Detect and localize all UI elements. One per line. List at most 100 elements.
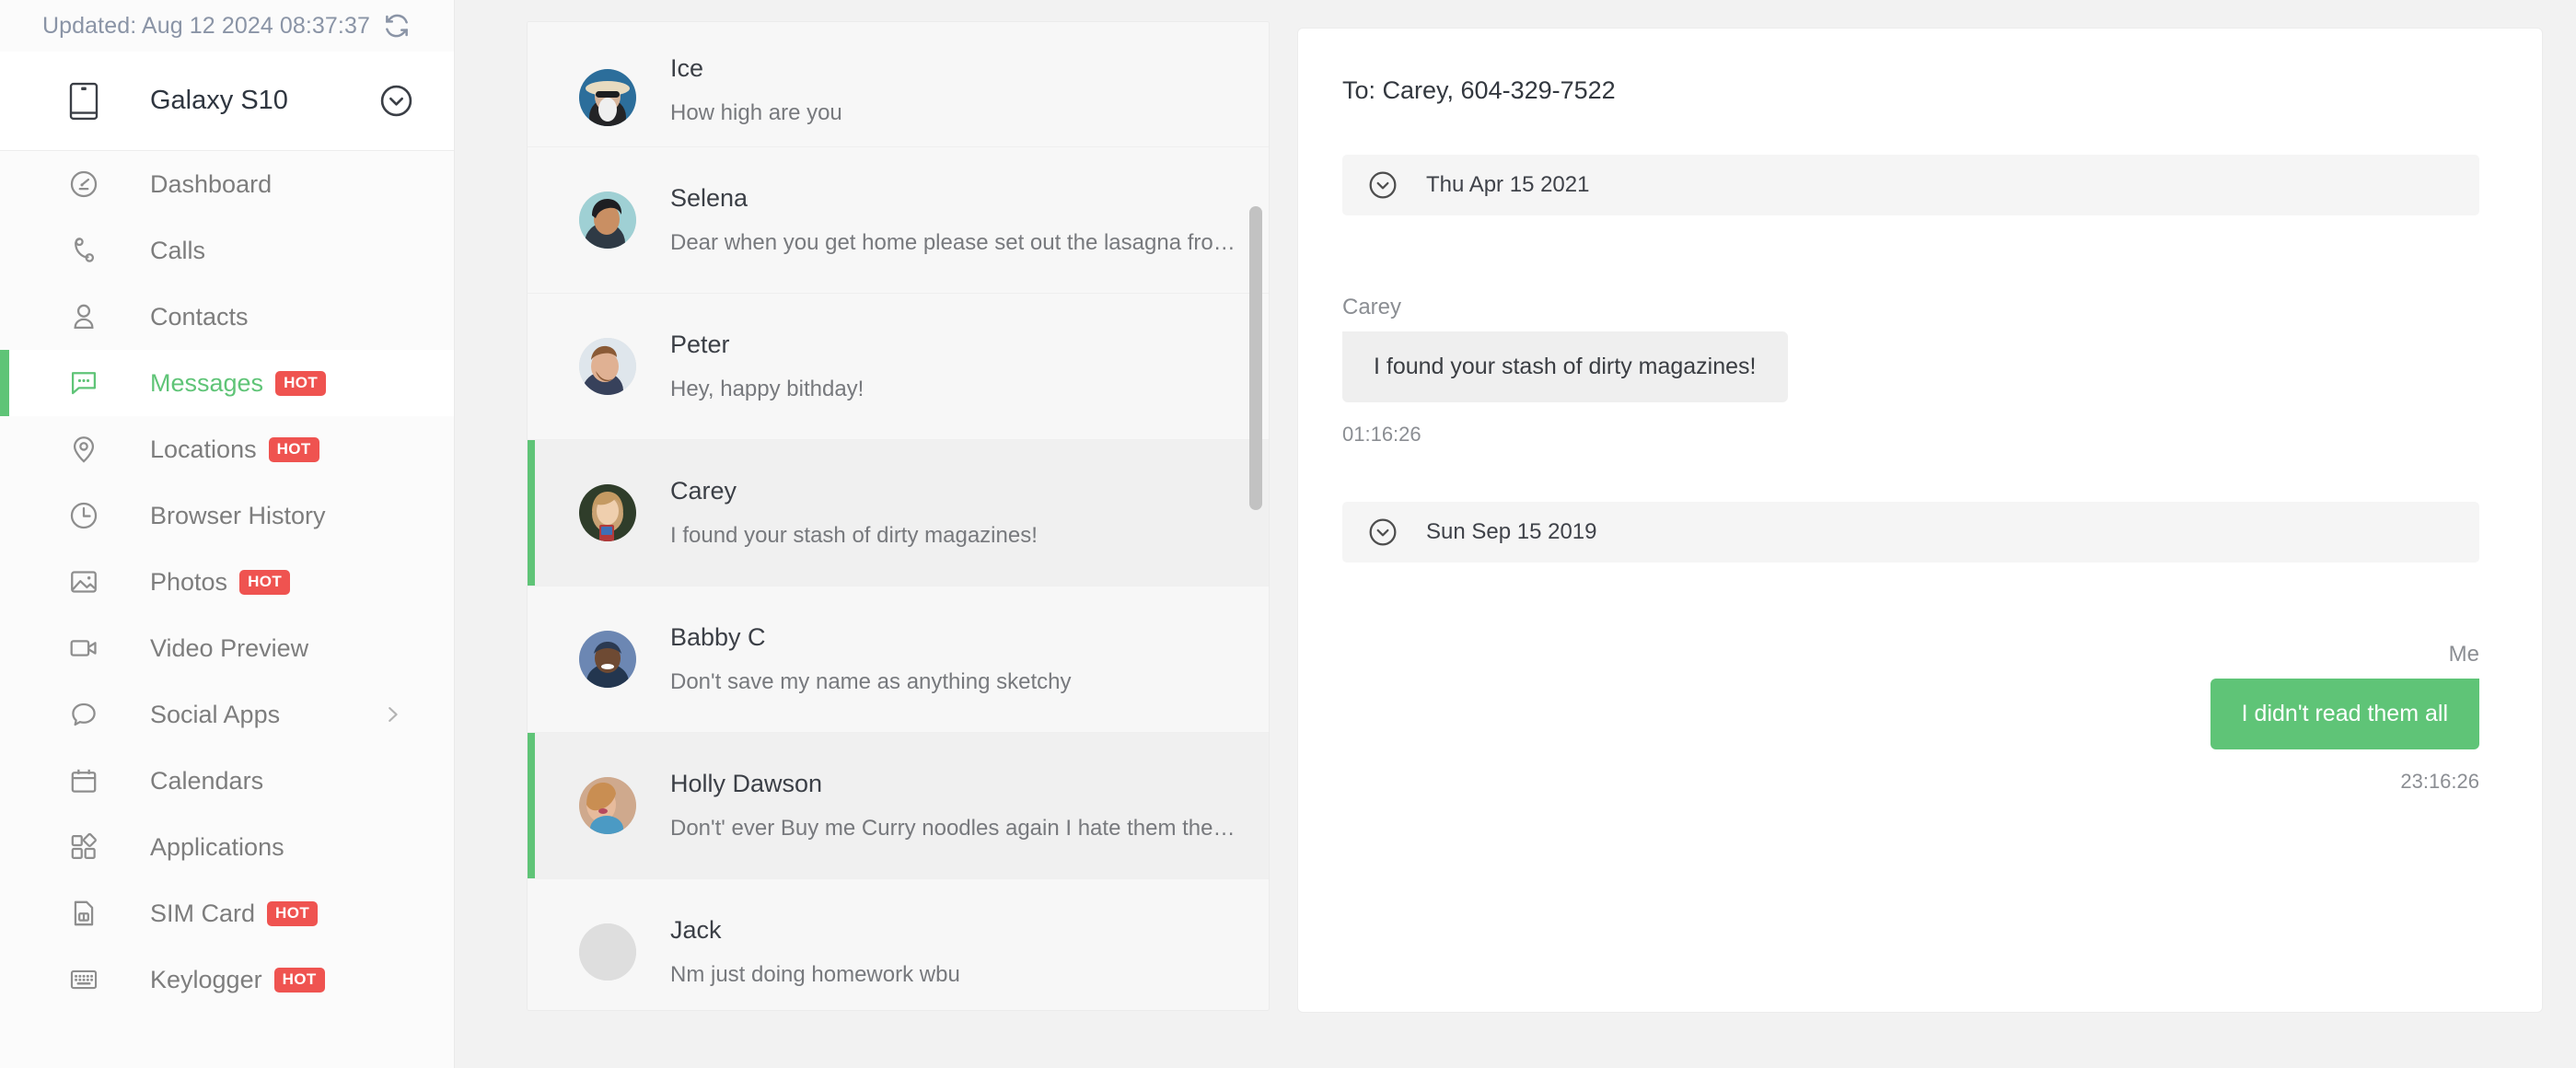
clock-icon (70, 502, 98, 529)
sidebar-item-label: Messages HOT (150, 369, 327, 398)
avatar (579, 631, 636, 688)
refresh-icon[interactable] (383, 12, 411, 40)
list-item-snippet: Hey, happy bithday! (670, 377, 864, 401)
message-list-panel: Ice How high are you Selena Dear when yo… (455, 0, 1270, 1068)
applications-icon (71, 832, 97, 860)
sidebar-item-dashboard[interactable]: Dashboard (0, 151, 454, 217)
avatar (579, 484, 636, 541)
sidebar-item-label: SIM Card HOT (150, 900, 319, 928)
chevron-down-circle-icon[interactable] (379, 84, 413, 118)
list-item-name: Ice (670, 54, 704, 82)
list-item[interactable]: Carey I found your stash of dirty magazi… (528, 440, 1269, 586)
message-sender: Me (2448, 642, 2479, 667)
chevron-down-circle-icon[interactable] (1368, 170, 1398, 200)
sidebar-item-keylogger[interactable]: Keylogger HOT (0, 946, 454, 1013)
message-list-card: Ice How high are you Selena Dear when yo… (527, 21, 1270, 1011)
chevron-right-icon[interactable] (382, 704, 402, 725)
sidebar-item-label: Locations HOT (150, 435, 319, 464)
sidebar-item-label: Social Apps (150, 700, 281, 728)
message-list-scroll[interactable]: Ice How high are you Selena Dear when yo… (528, 22, 1269, 1010)
active-indicator (0, 416, 9, 482)
phone-call-icon (75, 238, 95, 262)
sidebar-item-contacts[interactable]: Contacts (0, 284, 454, 350)
active-indicator (0, 549, 9, 615)
sidebar-item-video-preview[interactable]: Video Preview (0, 615, 454, 681)
sidebar-item-photos[interactable]: Photos HOT (0, 549, 454, 615)
sidebar-item-applications[interactable]: Applications (0, 814, 454, 880)
unread-indicator (528, 294, 535, 439)
message-bubble: I didn't read them all (2210, 679, 2479, 749)
list-item-name: Babby C (670, 623, 766, 651)
message-bubble: I found your stash of dirty magazines! (1342, 331, 1788, 402)
active-indicator (0, 615, 9, 681)
active-indicator (0, 748, 9, 814)
app-root: Updated: Aug 12 2024 08:37:37 Galaxy S10 (0, 0, 2576, 1068)
list-item-text: Ice How high are you (670, 54, 1236, 126)
sidebar-item-calls[interactable]: Calls (0, 217, 454, 284)
sidebar-item-label: Contacts (150, 302, 249, 331)
list-item-name: Selena (670, 184, 748, 212)
hot-badge: HOT (275, 370, 327, 396)
unread-indicator (528, 147, 535, 293)
list-item[interactable]: Babby C Don't save my name as anything s… (528, 586, 1269, 733)
video-camera-icon (70, 640, 97, 656)
sidebar-item-browser-history[interactable]: Browser History (0, 482, 454, 549)
updated-status: Updated: Aug 12 2024 08:37:37 (0, 0, 454, 52)
sidebar-item-locations[interactable]: Locations HOT (0, 416, 454, 482)
unread-indicator (528, 440, 535, 586)
dashboard-icon (70, 170, 98, 198)
phone-icon (69, 82, 99, 120)
sidebar-item-label: Calendars (150, 766, 264, 795)
active-indicator (0, 217, 9, 284)
conversation-card: To: Carey, 604-329-7522 Thu Apr 15 2021 … (1297, 28, 2543, 1013)
list-item-text: Holly Dawson Don't' ever Buy me Curry no… (670, 770, 1236, 842)
list-item-snippet: How high are you (670, 100, 842, 125)
device-selector[interactable]: Galaxy S10 (0, 52, 454, 151)
sidebar-item-label: Applications (150, 832, 284, 861)
sidebar-item-label: Keylogger HOT (150, 966, 325, 994)
message-icon (71, 372, 97, 395)
list-item-text: Babby C Don't save my name as anything s… (670, 623, 1236, 695)
chevron-down-circle-icon[interactable] (1368, 517, 1398, 547)
hot-badge: HOT (239, 569, 291, 595)
sidebar-item-messages[interactable]: Messages HOT (0, 350, 454, 416)
contacts-icon (74, 304, 94, 330)
sidebar-item-label: Photos HOT (150, 568, 291, 597)
date-label: Thu Apr 15 2021 (1426, 172, 1590, 197)
conversation-panel: To: Carey, 604-329-7522 Thu Apr 15 2021 … (1270, 0, 2576, 1068)
list-item-text: Peter Hey, happy bithday! (670, 331, 1236, 402)
sidebar-item-calendars[interactable]: Calendars (0, 748, 454, 814)
list-item-name: Carey (670, 477, 737, 505)
sidebar-item-label: Calls (150, 236, 206, 264)
list-item[interactable]: Ice How high are you (528, 22, 1269, 147)
unread-indicator (528, 733, 535, 878)
list-item[interactable]: Holly Dawson Don't' ever Buy me Curry no… (528, 733, 1269, 879)
avatar (579, 338, 636, 395)
message-outgoing: Me I didn't read them all 23:16:26 (1342, 642, 2479, 794)
device-name: Galaxy S10 (150, 86, 288, 115)
list-item-text: Selena Dear when you get home please set… (670, 184, 1236, 256)
message-time: 01:16:26 (1342, 423, 1421, 446)
message-list-scrollbar[interactable] (1249, 206, 1262, 510)
list-item[interactable]: Jack Nm just doing homework wbu (528, 879, 1269, 1010)
sim-card-icon (74, 900, 94, 926)
date-divider[interactable]: Thu Apr 15 2021 (1342, 155, 2479, 215)
conversation-recipient: To: Carey, 604-329-7522 (1342, 76, 1616, 104)
list-item-snippet: I found your stash of dirty magazines! (670, 523, 1038, 548)
sidebar-item-sim-card[interactable]: SIM Card HOT (0, 880, 454, 946)
unread-indicator (528, 879, 535, 1010)
date-divider[interactable]: Sun Sep 15 2019 (1342, 502, 2479, 563)
list-item[interactable]: Selena Dear when you get home please set… (528, 147, 1269, 294)
location-pin-icon (73, 436, 95, 463)
list-item[interactable]: Peter Hey, happy bithday! (528, 294, 1269, 440)
sidebar-nav: Dashboard Calls Contacts Messages HOT Lo… (0, 151, 454, 1013)
sidebar-item-social-apps[interactable]: Social Apps (0, 681, 454, 748)
list-item-name: Jack (670, 916, 722, 944)
list-item-name: Peter (670, 331, 730, 358)
hot-badge: HOT (267, 900, 319, 926)
unread-indicator (528, 22, 535, 146)
list-item-snippet: Dear when you get home please set out th… (670, 230, 1236, 255)
